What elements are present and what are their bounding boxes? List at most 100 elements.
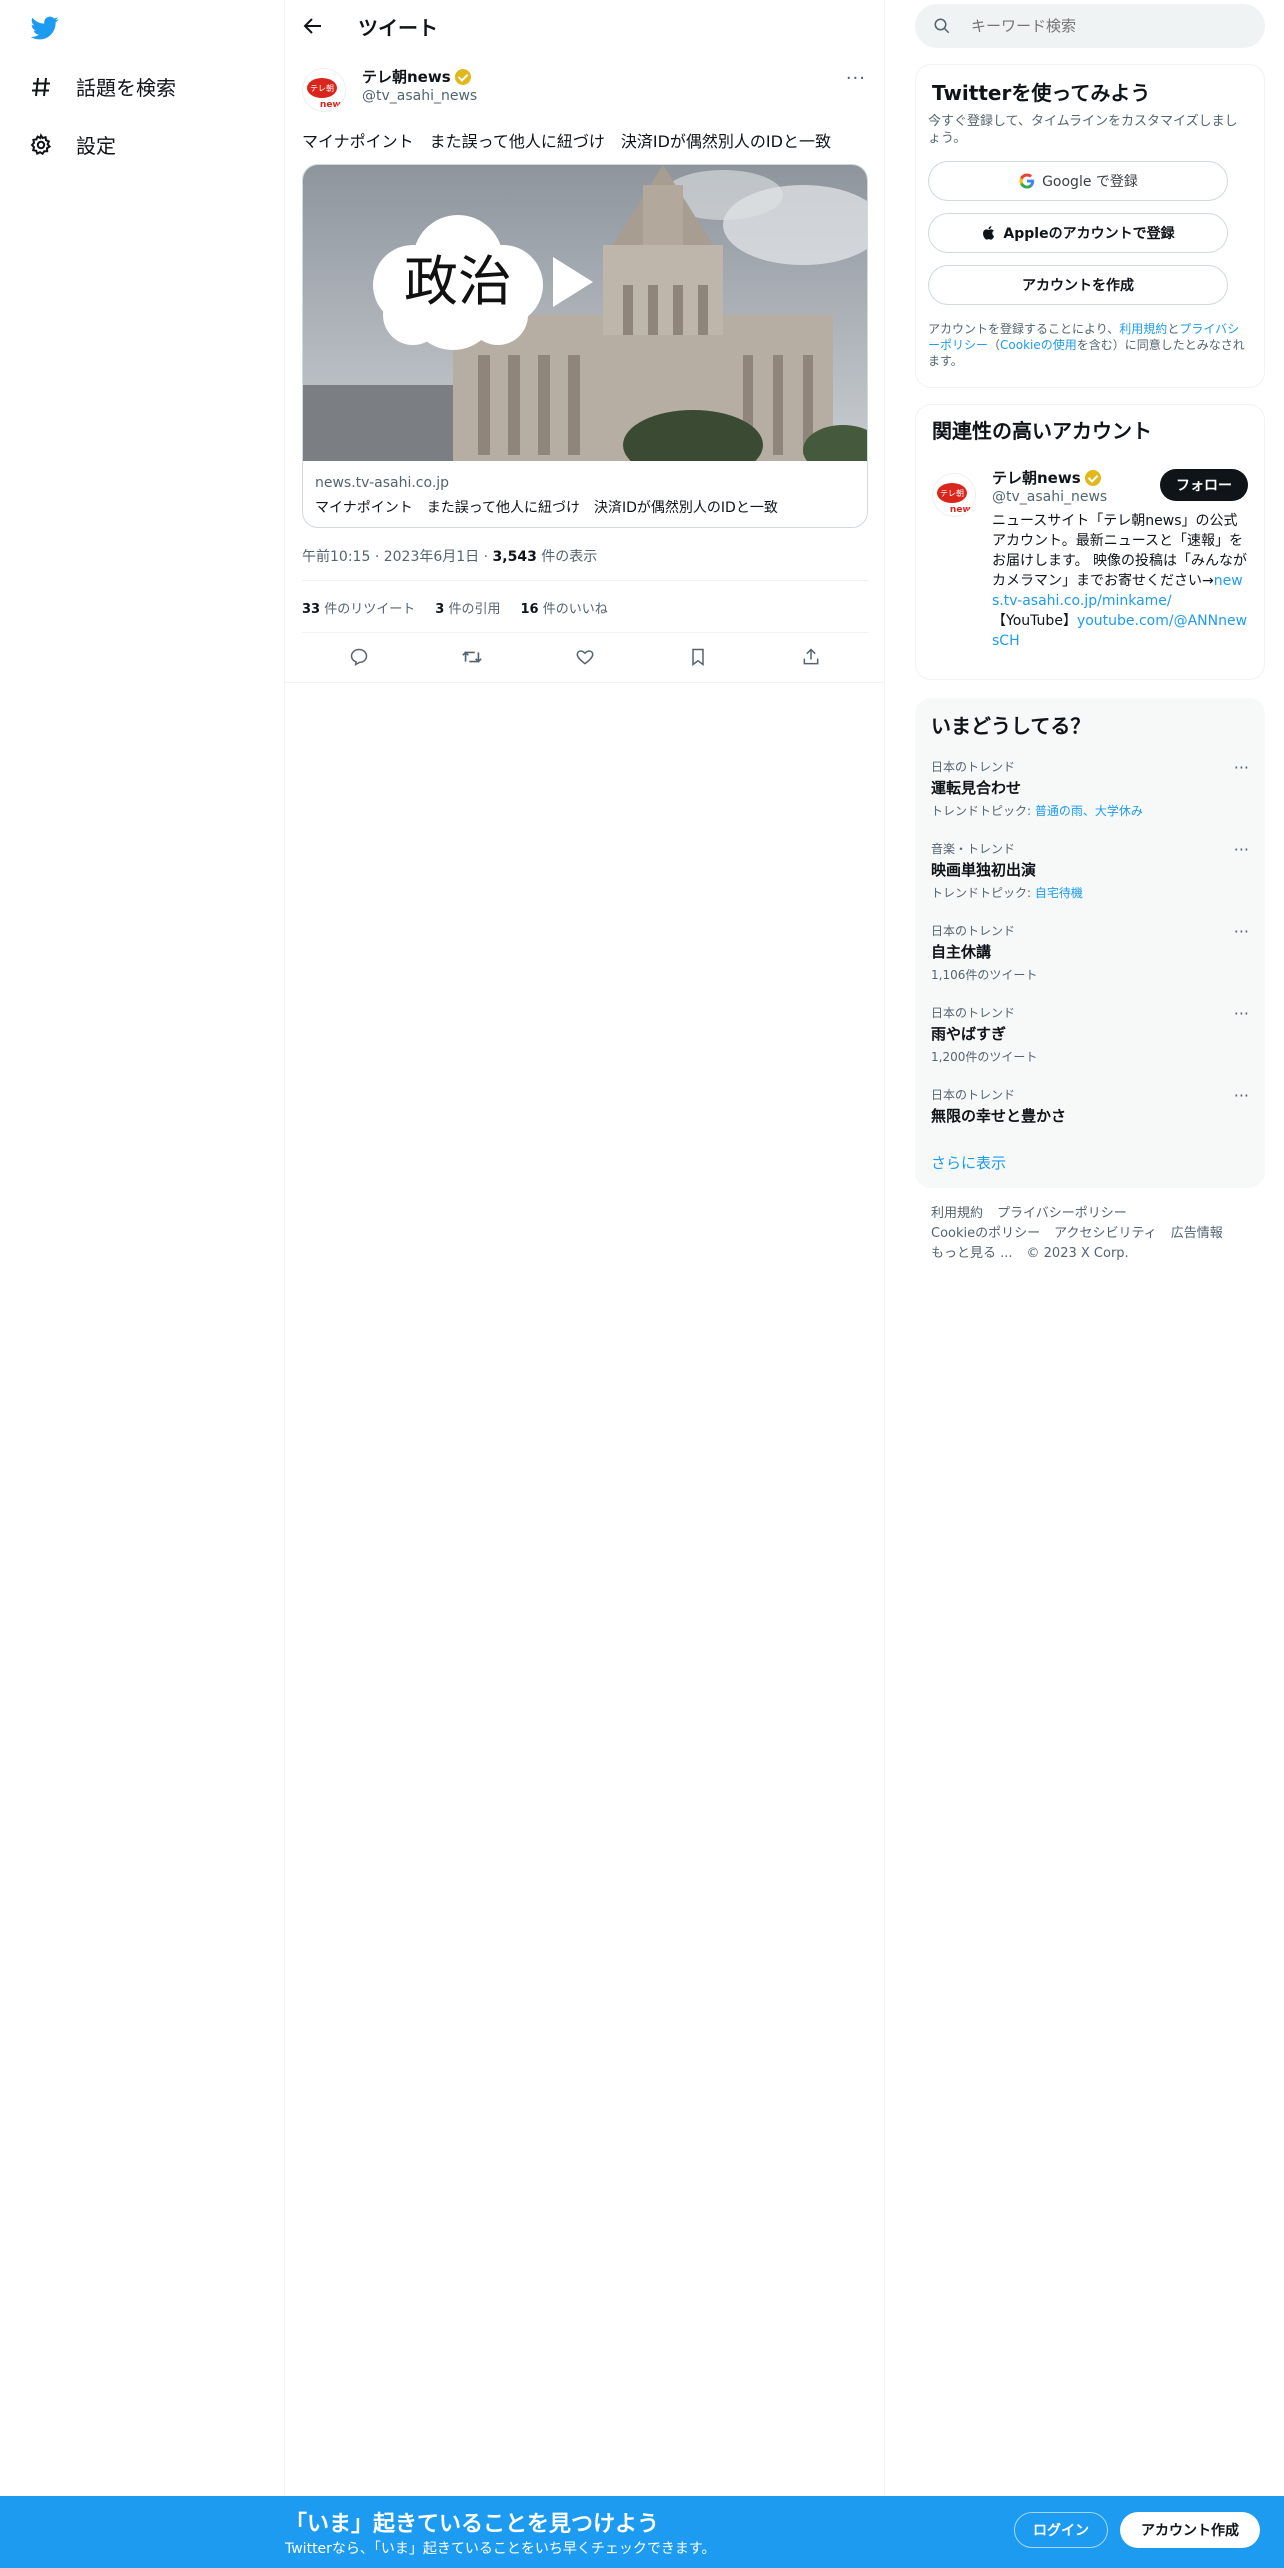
quotes-stat[interactable]: 3 件の引用 (435, 598, 500, 617)
footer-link[interactable]: Cookieのポリシー (931, 1226, 1040, 1241)
verified-badge-icon (454, 68, 471, 85)
tweet-time[interactable]: 午前10:15 (302, 549, 370, 565)
author-handle[interactable]: @tv_asahi_news (362, 88, 477, 104)
related-name[interactable]: テレ朝news (992, 467, 1101, 488)
banner-title: 「いま」起きていることを見つけよう (285, 2512, 660, 2537)
footer-link[interactable]: もっと見る ... (931, 1246, 1013, 1261)
sidebar-item-explore[interactable]: 話題を検索 (28, 72, 176, 101)
trend-item[interactable]: 日本のトレンド 無限の幸せと豊かさ ··· (931, 1086, 1249, 1126)
trend-item[interactable]: 音楽・トレンド 映画単独初出演 トレンドトピック: 自宅待機 ··· (931, 840, 1249, 901)
avatar-text-top: テレ朝 (310, 84, 334, 93)
more-options-icon[interactable]: ··· (1234, 840, 1249, 859)
tweet-meta: 午前10:15 · 2023年6月1日 · 3,543 件の表示 (302, 549, 598, 565)
google-icon (1019, 173, 1035, 189)
trend-name: 映画単独初出演 (931, 861, 1037, 879)
footer-link[interactable]: 広告情報 (1171, 1226, 1223, 1241)
like-icon[interactable] (568, 640, 602, 674)
page-title: ツイート (358, 16, 438, 40)
footer-link[interactable]: プライバシーポリシー (997, 1206, 1127, 1221)
sidebar-item-settings[interactable]: 設定 (28, 130, 116, 159)
retweets-label: 件のリツイート (324, 602, 416, 617)
apple-icon (983, 226, 995, 240)
trend-name: 自主休講 (931, 943, 992, 961)
related-name-text: テレ朝news (992, 469, 1081, 487)
signup-panel: Twitterを使ってみよう 今すぐ登録して、タイムラインをカスタマイズしましょ… (915, 64, 1265, 388)
trend-category: 日本のトレンド (931, 1088, 1016, 1102)
google-signup-button[interactable]: Google で登録 (928, 161, 1228, 201)
trend-sub-link[interactable]: 自宅待機 (1035, 886, 1083, 900)
back-arrow-icon[interactable] (301, 14, 325, 38)
search-icon (934, 18, 950, 34)
share-icon[interactable] (794, 640, 828, 674)
likes-count: 16 (520, 602, 539, 617)
views-count: 3,543 (492, 549, 537, 565)
related-bio: ニュースサイト「テレ朝news」の公式アカウント。最新ニュースと「速報」をお届け… (992, 511, 1248, 651)
create-account-button[interactable]: アカウントを作成 (928, 265, 1228, 305)
sidebar-item-label: 設定 (76, 134, 116, 158)
quotes-label: 件の引用 (448, 602, 501, 617)
bookmark-icon[interactable] (681, 640, 715, 674)
avatar-text-top: テレ朝 (940, 489, 964, 498)
trend-sub-prefix: トレンドトピック: (931, 804, 1035, 818)
card-image: 政治 (303, 165, 867, 461)
main-column: ツイート テレ朝 news テレ朝news @tv_asahi_news ···… (285, 0, 885, 2568)
trend-sub: トレンドトピック: 自宅待機 (931, 884, 1249, 901)
related-handle[interactable]: @tv_asahi_news (992, 489, 1107, 505)
trend-name: 運転見合わせ (931, 779, 1022, 797)
cookie-link[interactable]: Cookieの使用 (1000, 338, 1077, 352)
footer-link[interactable]: 利用規約 (931, 1206, 983, 1221)
footer-link[interactable]: アクセシビリティ (1054, 1226, 1157, 1241)
author-name[interactable]: テレ朝news (362, 66, 471, 87)
avatar-text-bottom: news (950, 505, 976, 515)
trend-name: 無限の幸せと豊かさ (931, 1107, 1067, 1125)
reply-icon[interactable] (342, 640, 376, 674)
terms-prefix: アカウントを登録することにより、 (928, 322, 1120, 336)
divider (302, 580, 868, 581)
terms-link[interactable]: 利用規約 (1119, 322, 1167, 336)
trend-item[interactable]: 日本のトレンド 運転見合わせ トレンドトピック: 普通の雨、大学休み ··· (931, 758, 1249, 819)
tweet-text: マイナポイント また誤って他人に紐づけ 決済IDが偶然別人のIDと一致 (302, 132, 831, 151)
avatar[interactable]: テレ朝 news (932, 473, 976, 517)
more-options-icon[interactable]: ··· (1234, 1086, 1249, 1105)
related-title: 関連性の高いアカウント (932, 419, 1152, 443)
show-more-link[interactable]: さらに表示 (931, 1152, 1006, 1173)
trend-sub: トレンドトピック: 普通の雨、大学休み (931, 802, 1249, 819)
trends-title: いまどうしてる？ (931, 714, 1091, 738)
bio-text: ニュースサイト「テレ朝news」の公式アカウント。最新ニュースと「速報」をお届け… (992, 513, 1248, 589)
more-options-icon[interactable]: ··· (846, 68, 866, 89)
tweet-date[interactable]: 2023年6月1日 (384, 549, 479, 565)
apple-signup-label: Appleのアカウントで登録 (1003, 226, 1175, 242)
footer-links: 利用規約 プライバシーポリシー Cookieのポリシー アクセシビリティ 広告情報 も… (931, 1204, 1237, 1264)
avatar-text-bottom: news (320, 100, 346, 110)
likes-stat[interactable]: 16 件のいいね (520, 598, 607, 617)
trend-sub: 1,106件のツイート (931, 968, 1038, 982)
retweets-stat[interactable]: 33 件のリツイート (302, 598, 415, 617)
twitter-logo-icon[interactable] (28, 14, 62, 42)
terms-mid: と (1167, 322, 1180, 336)
apple-signup-button[interactable]: Appleのアカウントで登録 (928, 213, 1228, 253)
trend-item[interactable]: 日本のトレンド 自主休講 1,106件のツイート ··· (931, 922, 1249, 983)
login-button[interactable]: ログイン (1014, 2512, 1108, 2548)
link-card[interactable]: 政治 news.tv-asahi.co.jp マイナポイント また誤って他人に紐… (302, 164, 868, 528)
left-sidebar: 話題を検索 設定 (0, 0, 285, 2568)
hashtag-icon (28, 74, 54, 100)
banner-subtitle: Twitterなら、「いま」起きていることをいち早くチェックできます。 (285, 2541, 716, 2557)
more-options-icon[interactable]: ··· (1234, 758, 1249, 777)
signup-button[interactable]: アカウント作成 (1120, 2512, 1260, 2548)
trends-panel: いまどうしてる？ 日本のトレンド 運転見合わせ トレンドトピック: 普通の雨、大… (915, 698, 1265, 1188)
more-options-icon[interactable]: ··· (1234, 922, 1249, 941)
tweet-actions (302, 640, 868, 674)
copyright: © 2023 X Corp. (1026, 1246, 1129, 1261)
signup-subtitle: 今すぐ登録して、タイムラインをカスタマイズしましょう。 (928, 114, 1238, 146)
search-input[interactable] (971, 4, 1251, 48)
likes-label: 件のいいね (542, 602, 608, 617)
signup-banner: 「いま」起きていることを見つけよう Twitterなら、「いま」起きていることを… (0, 2496, 1284, 2568)
trend-item[interactable]: 日本のトレンド 雨やばすぎ 1,200件のツイート ··· (931, 1004, 1249, 1065)
bio-text-youtube: 【YouTube】 (992, 613, 1077, 629)
follow-button[interactable]: フォロー (1160, 469, 1248, 501)
retweet-icon[interactable] (455, 640, 489, 674)
avatar[interactable]: テレ朝 news (302, 68, 346, 112)
trend-sub-link[interactable]: 普通の雨、大学休み (1035, 804, 1143, 818)
search-box[interactable] (915, 4, 1265, 48)
more-options-icon[interactable]: ··· (1234, 1004, 1249, 1023)
